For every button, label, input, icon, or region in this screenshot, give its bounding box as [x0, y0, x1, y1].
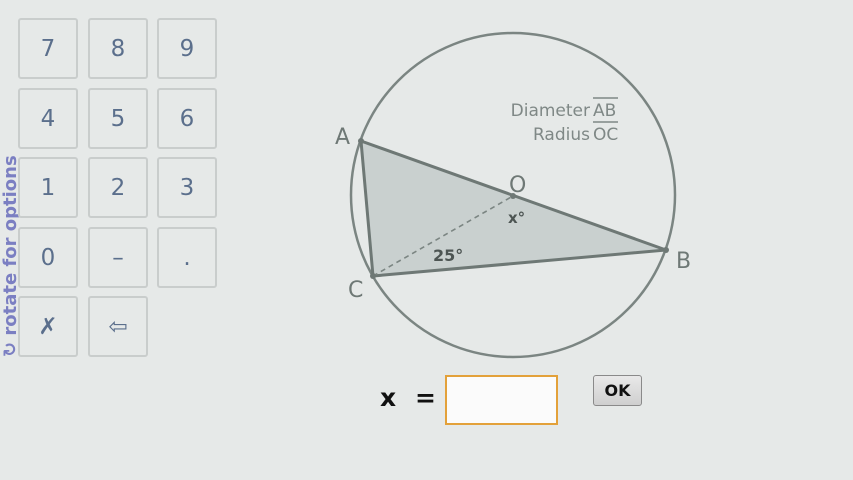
label-a: A — [335, 125, 350, 150]
radius-note-prefix: Radius — [533, 125, 590, 145]
label-c: C — [348, 278, 363, 303]
point-b-dot — [663, 247, 669, 253]
point-c-dot — [370, 273, 376, 279]
diameter-note-prefix: Diameter — [511, 101, 590, 121]
angle-c-label: 25° — [433, 246, 463, 265]
point-a-dot — [358, 138, 364, 144]
label-o: O — [509, 173, 526, 198]
label-b: B — [676, 249, 691, 274]
diameter-note-segment: AB — [593, 101, 616, 121]
answer-input[interactable] — [445, 375, 558, 425]
ok-button[interactable]: OK — [593, 375, 642, 406]
answer-variable-label: x — [380, 383, 397, 412]
angle-o-label: x° — [508, 209, 525, 227]
equals-sign: = — [415, 383, 436, 412]
radius-note-segment: OC — [593, 125, 618, 145]
